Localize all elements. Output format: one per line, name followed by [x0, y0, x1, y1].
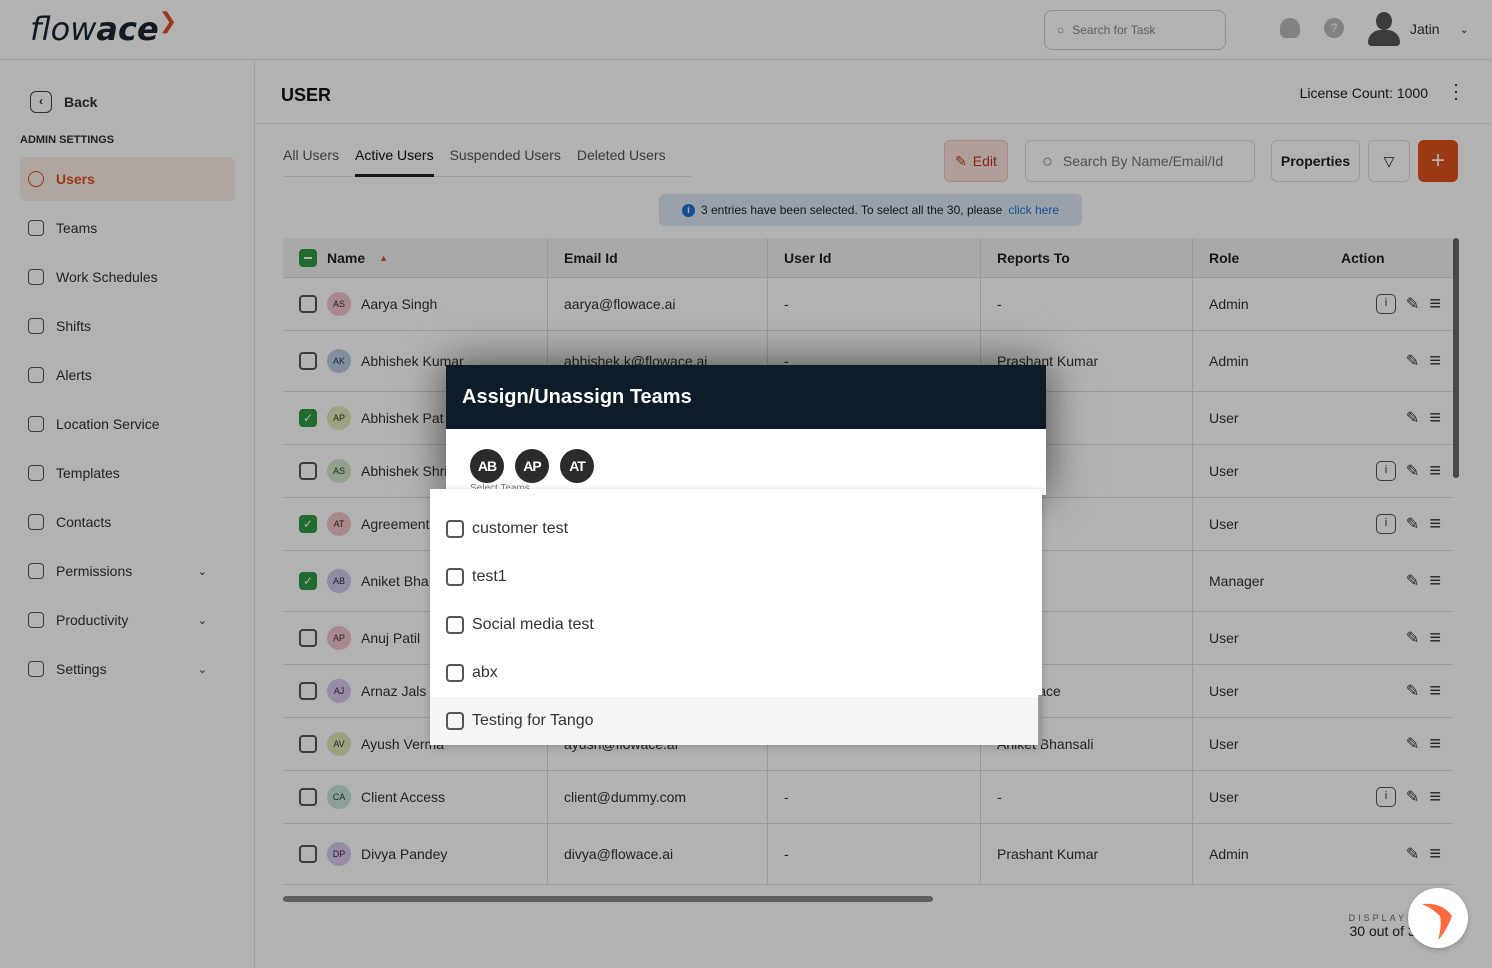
team-option[interactable]: customer test [430, 505, 1042, 553]
teams-dropdown: customer test test1 Social media test abx Te… [430, 489, 1042, 745]
dropdown-scrollbar[interactable] [1038, 695, 1042, 745]
team-option-label: test1 [472, 568, 507, 585]
team-checkbox[interactable] [446, 568, 464, 586]
team-option[interactable]: abx [430, 649, 1042, 697]
modal-title: Assign/Unassign Teams [446, 365, 1046, 429]
flowace-assistant-button[interactable] [1408, 888, 1468, 948]
team-chip[interactable]: AT [560, 449, 594, 483]
team-option[interactable]: Social media test [430, 601, 1042, 649]
assign-teams-modal: Assign/Unassign Teams ABAPAT Select Team… [446, 365, 1046, 495]
team-option[interactable]: test1 [430, 553, 1042, 601]
team-chip[interactable]: AP [515, 449, 549, 483]
team-checkbox[interactable] [446, 520, 464, 538]
team-option-label: Social media test [472, 616, 594, 633]
flowace-logo-icon [1422, 903, 1452, 940]
team-option[interactable]: Testing for Tango [430, 697, 1042, 745]
team-chip[interactable]: AB [470, 449, 504, 483]
team-checkbox[interactable] [446, 712, 464, 730]
team-option-label: abx [472, 664, 498, 681]
team-checkbox[interactable] [446, 664, 464, 682]
team-option-label: customer test [472, 520, 569, 537]
team-option-label: Testing for Tango [472, 712, 594, 729]
team-checkbox[interactable] [446, 616, 464, 634]
